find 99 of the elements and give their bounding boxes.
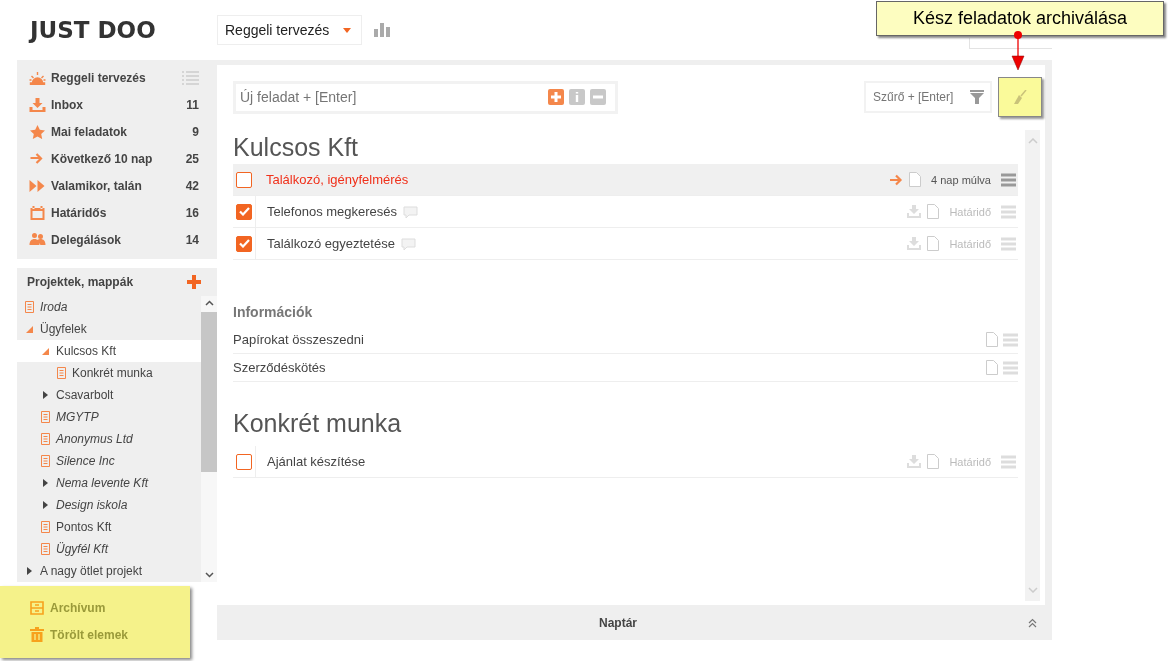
search-field[interactable] — [969, 38, 1052, 49]
projects-heading: Projektek, mappák — [27, 275, 134, 289]
archive-button[interactable] — [998, 77, 1042, 117]
tree-item[interactable]: MGYTP — [17, 406, 201, 428]
people-icon — [29, 232, 46, 247]
view-dropdown[interactable]: Reggeli tervezés — [217, 15, 363, 45]
tree-item[interactable]: Anonymus Ltd — [17, 428, 201, 450]
arrow-icon — [29, 151, 46, 166]
sun-icon — [29, 70, 46, 85]
filter-icon — [970, 90, 984, 104]
caret-icon — [343, 27, 352, 33]
nav-label: Következő 10 nap — [51, 151, 154, 166]
document-icon — [986, 332, 998, 347]
nav-count: 14 — [185, 232, 199, 247]
document-icon — [909, 172, 922, 187]
section-heading: Információk — [233, 304, 314, 320]
scroll-up-icon — [204, 300, 214, 306]
list-icon — [41, 521, 50, 533]
task-title: Találkozó, igényfelmérés — [266, 172, 409, 187]
due-date[interactable]: 4 nap múlva — [931, 173, 991, 186]
add-icon[interactable] — [187, 275, 201, 289]
scroll-down-icon — [204, 572, 214, 578]
nav-item[interactable]: Valamikor, talán 42 — [17, 172, 217, 199]
task-row[interactable]: Telefonos megkeresés Határidő — [233, 196, 1018, 228]
document-icon — [927, 236, 940, 251]
task-row[interactable]: Találkozó egyeztetése Határidő — [233, 228, 1018, 260]
document-icon — [986, 360, 998, 375]
list-icon — [41, 455, 50, 467]
pointer-arrow — [1011, 30, 1025, 72]
trash-icon — [30, 627, 44, 642]
nav-count: 16 — [185, 205, 199, 220]
checkbox[interactable] — [236, 235, 252, 252]
info-title: Papírokat összeszedni — [233, 332, 364, 347]
nav-item[interactable]: Határidős 16 — [17, 199, 217, 226]
logo: JUST DOO — [30, 17, 157, 43]
nav-item[interactable]: Következő 10 nap 25 — [17, 145, 217, 172]
list-icon[interactable] — [182, 70, 199, 85]
new-task-field[interactable]: Új feladat + [Enter] — [233, 80, 618, 114]
nav-count: 25 — [185, 151, 199, 166]
tree-item[interactable]: Iroda — [17, 296, 201, 318]
nav-label: Valamikor, talán — [51, 178, 143, 193]
task-row[interactable]: Ajánlat készítése Határidő — [233, 446, 1018, 478]
bar-chart-icon[interactable] — [374, 23, 391, 37]
list-icon — [41, 543, 50, 555]
nav-label: Mai feladatok — [51, 124, 129, 139]
tree-item[interactable]: Pontos Kft — [17, 516, 201, 538]
fast-forward-icon — [29, 178, 46, 193]
expand-up-icon — [1028, 617, 1037, 628]
nav-count: 11 — [186, 97, 199, 112]
checkbox[interactable] — [236, 453, 252, 470]
nav-label: Inbox — [51, 97, 84, 112]
calendar-bar[interactable]: Naptár — [217, 605, 1052, 640]
task-title: Ajánlat készítése — [267, 454, 366, 469]
nav-item[interactable]: Mai feladatok 9 — [17, 118, 217, 145]
nav-label: Reggeli tervezés — [51, 70, 147, 85]
tree-item[interactable]: Silence Inc — [17, 450, 201, 472]
tree-item[interactable]: Csavarbolt — [17, 384, 201, 406]
task-title: Telefonos megkeresés — [267, 204, 398, 219]
scroll-up-icon — [1027, 138, 1038, 144]
document-icon — [927, 204, 940, 219]
nav-label: Delegálások — [51, 232, 123, 247]
checkbox[interactable] — [236, 171, 252, 188]
scrollbar[interactable] — [201, 296, 217, 582]
nav-item[interactable]: Delegálások 14 — [17, 226, 217, 253]
tree-item[interactable]: Nema levente Kft — [17, 472, 201, 494]
nav-item[interactable]: Inbox 11 — [17, 91, 217, 118]
list-icon — [57, 367, 66, 379]
callout-tooltip: Kész feladatok archiválása — [876, 1, 1164, 36]
broom-icon — [1013, 90, 1027, 104]
tree-item[interactable]: A nagy ötlet projekt — [17, 560, 201, 582]
star-icon — [29, 124, 46, 139]
tree-item[interactable]: Kulcsos Kft — [17, 340, 201, 362]
tree-item[interactable]: Ügyfél Kft — [17, 538, 201, 560]
calendar-icon — [29, 205, 46, 220]
nav-item[interactable]: Reggeli tervezés — [17, 64, 217, 91]
scroll-down-icon — [1027, 587, 1038, 593]
nav-label: Határidős — [51, 205, 108, 220]
list-icon — [25, 301, 34, 313]
cabinet-icon — [30, 600, 44, 615]
menu-icon[interactable] — [1001, 172, 1016, 187]
scrollbar[interactable] — [1025, 130, 1040, 601]
document-icon — [927, 454, 940, 469]
list-icon — [41, 433, 50, 445]
filter-field[interactable]: Szűrő + [Enter] — [864, 81, 992, 113]
info-title: Szerződéskötés — [233, 360, 326, 375]
section-heading: Konkrét munka — [233, 408, 403, 439]
inbox-icon — [29, 97, 46, 112]
nav-count: 9 — [192, 124, 199, 139]
info-row[interactable]: Szerződéskötés — [233, 354, 1018, 382]
list-icon — [41, 411, 50, 423]
nav-count: 42 — [185, 178, 199, 193]
tree-item[interactable]: Ügyfelek — [17, 318, 201, 340]
task-row[interactable]: Találkozó, igényfelmérés 4 nap múlva — [233, 164, 1018, 196]
section-heading: Kulcsos Kft — [233, 132, 360, 163]
info-row[interactable]: Papírokat összeszedni — [233, 326, 1018, 354]
tree-item[interactable]: Design iskola — [17, 494, 201, 516]
task-title: Találkozó egyeztetése — [267, 236, 395, 251]
tree-item[interactable]: Konkrét munka — [17, 362, 201, 384]
checkbox[interactable] — [236, 203, 252, 220]
